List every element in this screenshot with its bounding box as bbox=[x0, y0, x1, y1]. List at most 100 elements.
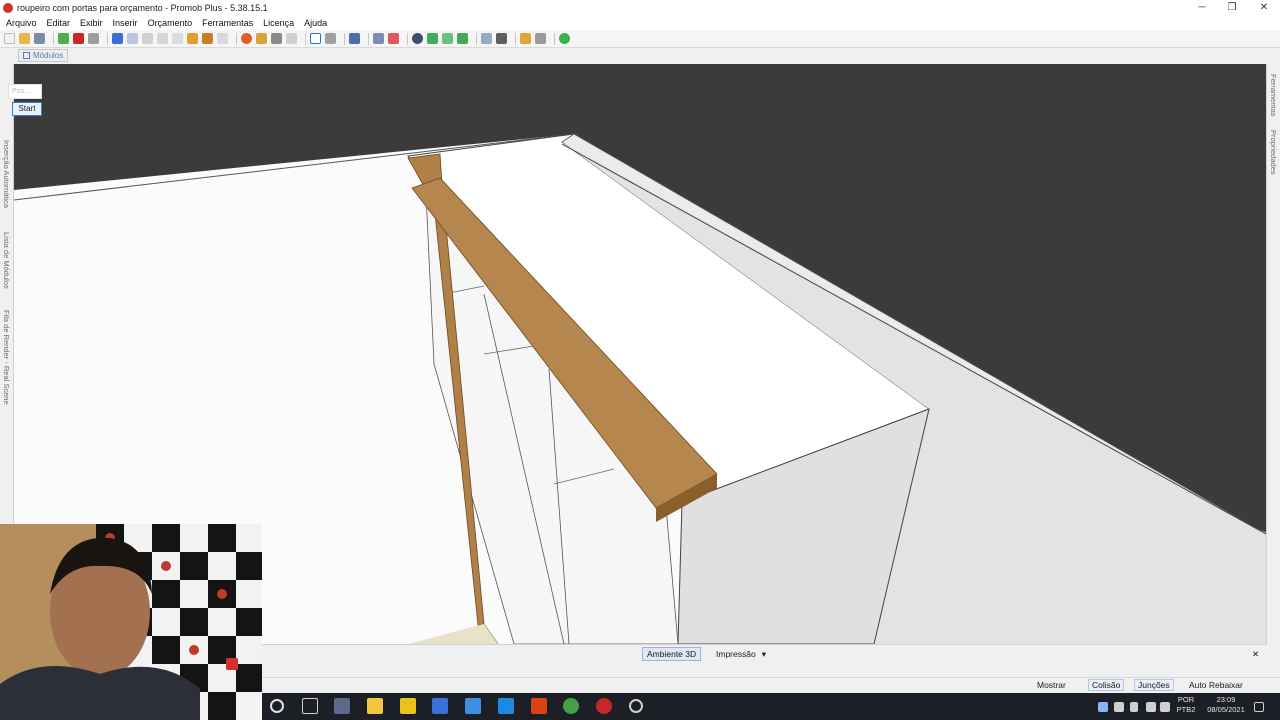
menu-ferramentas[interactable]: Ferramentas bbox=[202, 18, 253, 28]
tab-propriedades[interactable]: Propriedades bbox=[1269, 130, 1278, 175]
print-icon[interactable] bbox=[88, 33, 99, 44]
select-cursor-icon[interactable] bbox=[310, 33, 321, 44]
toolbar-separator bbox=[53, 32, 54, 45]
tab-fila-de-render[interactable]: Fila de Render - Real Scene bbox=[2, 310, 11, 405]
auto-rebaixar-toggle[interactable]: Auto Rebaixar bbox=[1186, 679, 1246, 691]
modules-tab[interactable]: Módulos bbox=[18, 49, 69, 62]
undo-icon[interactable] bbox=[112, 33, 123, 44]
menu-orcamento[interactable]: Orçamento bbox=[148, 18, 193, 28]
window-title: roupeiro com portas para orçamento - Pro… bbox=[17, 3, 268, 13]
record-icon[interactable] bbox=[73, 33, 84, 44]
copy-icon[interactable] bbox=[157, 33, 168, 44]
render-icon[interactable] bbox=[58, 33, 69, 44]
module-icon[interactable] bbox=[241, 33, 252, 44]
menu-editar[interactable]: Editar bbox=[47, 18, 71, 28]
title-bar: roupeiro com portas para orçamento - Pro… bbox=[0, 0, 1280, 16]
tag-icon[interactable] bbox=[271, 33, 282, 44]
sticky-notes-icon[interactable] bbox=[400, 698, 416, 714]
juncoes-label: Junções bbox=[1138, 680, 1170, 690]
auto-rebaixar-label: Auto Rebaixar bbox=[1189, 680, 1243, 690]
globe-icon[interactable] bbox=[559, 33, 570, 44]
file-explorer-icon[interactable] bbox=[367, 698, 383, 714]
mail-icon[interactable] bbox=[498, 698, 514, 714]
measure-icon[interactable] bbox=[325, 33, 336, 44]
window-icon[interactable] bbox=[481, 33, 492, 44]
delete-icon[interactable] bbox=[217, 33, 228, 44]
toolbar-separator bbox=[236, 32, 237, 45]
menu-bar: Arquivo Editar Exibir Inserir Orçamento … bbox=[0, 16, 1280, 30]
system-clock[interactable]: 23:09 08/05/2021 bbox=[1204, 695, 1248, 715]
toolbar-separator bbox=[107, 32, 108, 45]
close-button[interactable]: ✕ bbox=[1248, 0, 1280, 16]
document-tab-row bbox=[0, 48, 1280, 64]
cube-icon[interactable] bbox=[496, 33, 507, 44]
close-view-icon[interactable]: ✕ bbox=[1248, 647, 1263, 661]
menu-exibir[interactable]: Exibir bbox=[80, 18, 103, 28]
wifi-icon[interactable] bbox=[1146, 702, 1156, 712]
arrow-right-icon[interactable] bbox=[457, 33, 468, 44]
new-file-icon[interactable] bbox=[4, 33, 15, 44]
impressao-label: Impressão bbox=[716, 649, 756, 659]
redo-icon[interactable] bbox=[127, 33, 138, 44]
minimize-button[interactable]: ─ bbox=[1186, 0, 1218, 16]
cut-icon[interactable] bbox=[142, 33, 153, 44]
clock-date: 08/05/2021 bbox=[1207, 705, 1245, 714]
mostrar-button[interactable]: Mostrar bbox=[1034, 679, 1069, 691]
arrow-left-icon[interactable] bbox=[442, 33, 453, 44]
task-view-icon[interactable] bbox=[302, 698, 318, 714]
eye-icon[interactable] bbox=[412, 33, 423, 44]
colisao-label: Colisão bbox=[1092, 680, 1121, 690]
texture-icon[interactable] bbox=[388, 33, 399, 44]
maximize-button[interactable]: ❐ bbox=[1216, 0, 1248, 16]
promob-taskbar-icon[interactable] bbox=[596, 698, 612, 714]
paint-icon[interactable] bbox=[187, 33, 198, 44]
volume-icon[interactable] bbox=[1160, 702, 1170, 712]
toolbar-separator bbox=[554, 32, 555, 45]
menu-ajuda[interactable]: Ajuda bbox=[304, 18, 327, 28]
clock-time: 23:09 bbox=[1216, 695, 1236, 704]
tab-impressao[interactable]: Impressão ▾ bbox=[712, 647, 770, 661]
toolbar-separator bbox=[515, 32, 516, 45]
refresh-icon[interactable] bbox=[427, 33, 438, 44]
layer-icon[interactable] bbox=[286, 33, 297, 44]
colisao-toggle[interactable]: Colisão bbox=[1088, 679, 1125, 691]
chrome-icon[interactable] bbox=[563, 698, 579, 714]
office-icon[interactable] bbox=[531, 698, 547, 714]
save-icon[interactable] bbox=[34, 33, 45, 44]
settings-icon[interactable] bbox=[535, 33, 546, 44]
impressao-dropdown-icon[interactable]: ▾ bbox=[762, 649, 766, 660]
tab-lista-de-modulos[interactable]: Lista de Módulos bbox=[2, 232, 11, 289]
tab-ambiente-3d[interactable]: Ambiente 3D bbox=[642, 647, 702, 661]
hammer-icon[interactable] bbox=[202, 33, 213, 44]
paste-icon[interactable] bbox=[172, 33, 183, 44]
ambiente-3d-label: Ambiente 3D bbox=[647, 649, 697, 659]
language-code: POR bbox=[1177, 695, 1195, 704]
light-icon[interactable] bbox=[373, 33, 384, 44]
toolbar-separator bbox=[344, 32, 345, 45]
calculator-icon[interactable] bbox=[432, 698, 448, 714]
paint-app-icon[interactable] bbox=[465, 698, 481, 714]
onedrive-icon[interactable] bbox=[1098, 702, 1108, 712]
start-button[interactable]: Start bbox=[12, 102, 42, 116]
toolbar-separator bbox=[476, 32, 477, 45]
juncoes-toggle[interactable]: Junções bbox=[1134, 679, 1174, 691]
obs-icon[interactable] bbox=[629, 699, 643, 713]
menu-inserir[interactable]: Inserir bbox=[113, 18, 138, 28]
cortana-search-icon[interactable] bbox=[270, 699, 284, 713]
webcam-overlay bbox=[0, 524, 262, 720]
pencil-icon[interactable] bbox=[520, 33, 531, 44]
menu-licenca[interactable]: Licença bbox=[263, 18, 294, 28]
view-icon[interactable] bbox=[349, 33, 360, 44]
app-photos-icon[interactable] bbox=[334, 698, 350, 714]
menu-arquivo[interactable]: Arquivo bbox=[6, 18, 37, 28]
language-indicator[interactable]: POR PTB2 bbox=[1174, 695, 1198, 715]
modules-tab-label: Módulos bbox=[33, 51, 64, 60]
open-folder-icon[interactable] bbox=[19, 33, 30, 44]
microphone-icon[interactable] bbox=[1130, 702, 1138, 712]
group-icon[interactable] bbox=[256, 33, 267, 44]
tab-insercao-automatica[interactable]: Inserção Automática bbox=[2, 140, 11, 208]
tab-ferramentas[interactable]: Ferramentas bbox=[1269, 74, 1278, 117]
position-field[interactable]: Pos... bbox=[8, 84, 42, 99]
notification-icon[interactable] bbox=[1254, 702, 1264, 712]
network-icon[interactable] bbox=[1114, 702, 1124, 712]
